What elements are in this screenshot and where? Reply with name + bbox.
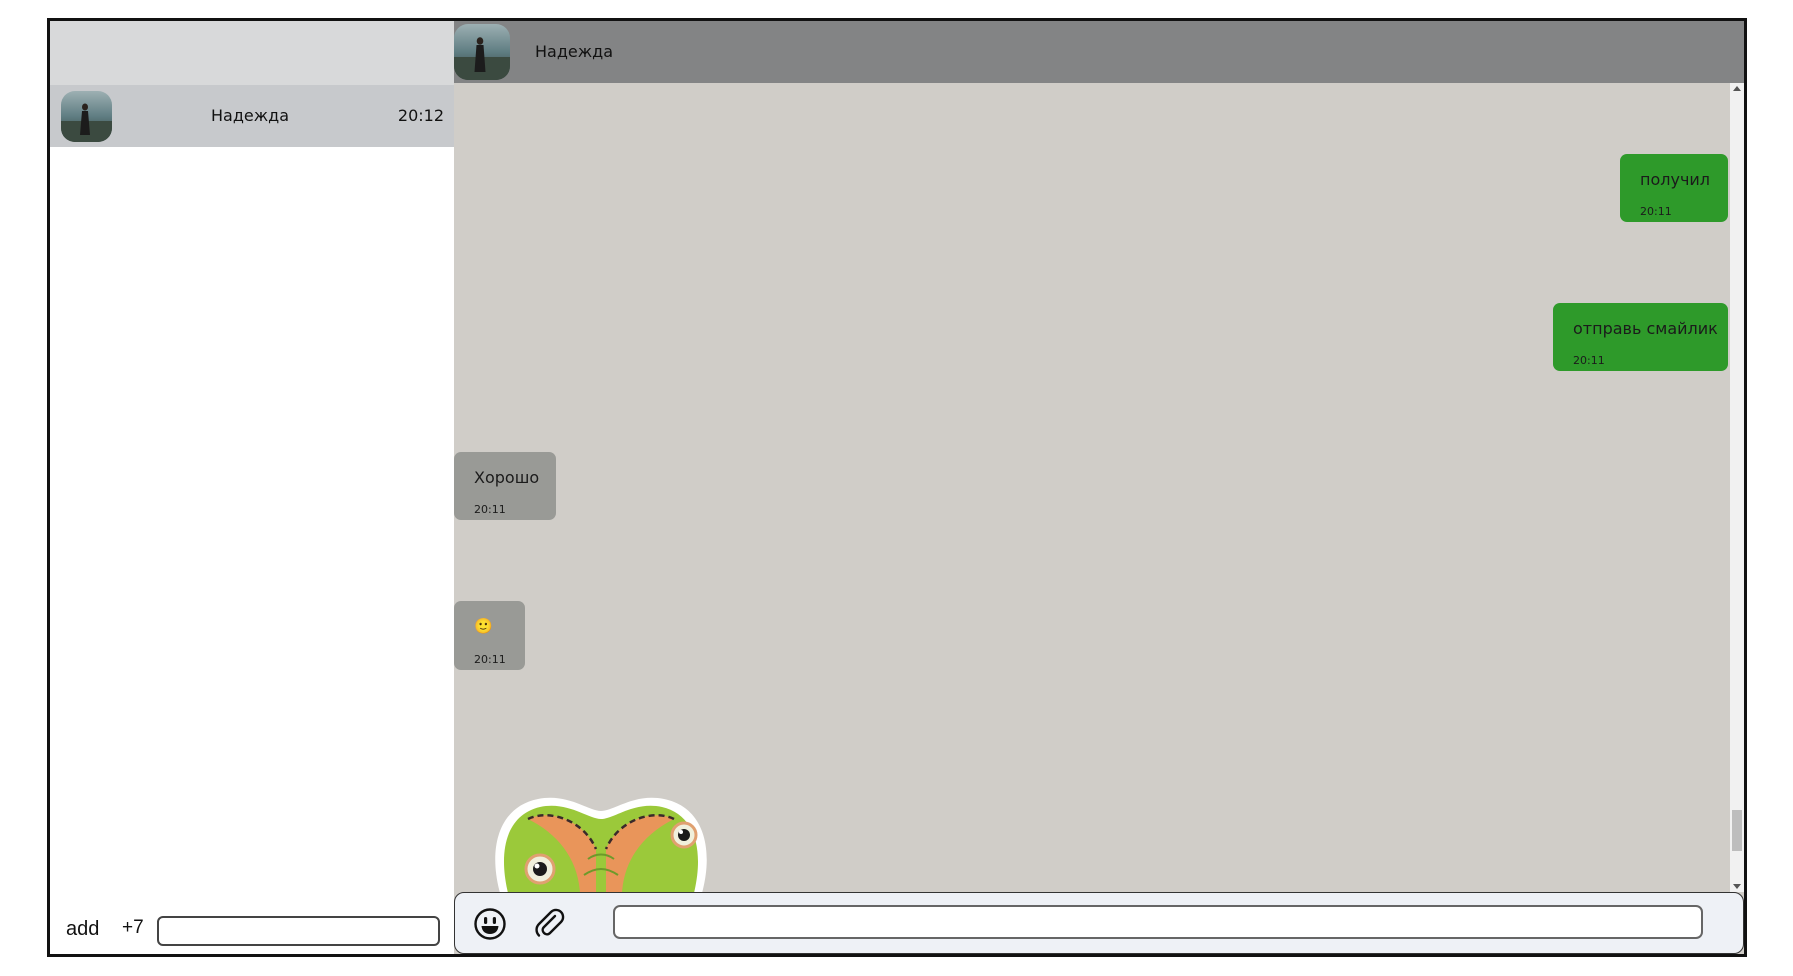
scrollbar-thumb[interactable] (1732, 810, 1742, 851)
add-contact-button[interactable]: add (66, 918, 99, 941)
message-list-scrollbar[interactable] (1730, 83, 1744, 892)
scroll-down-arrow-icon[interactable] (1733, 884, 1741, 889)
avatar-photo-icon (61, 91, 112, 142)
avatar (454, 24, 510, 80)
chat-header: Надежда (454, 21, 1744, 83)
message-time: 20:11 (474, 503, 506, 516)
message-input[interactable] (613, 905, 1703, 939)
chat-contact-name: Надежда (535, 42, 614, 61)
add-contact-bar: add +7 (50, 894, 454, 954)
cartoon-creature-sticker-icon (495, 797, 707, 893)
message-time: 20:11 (1640, 205, 1672, 218)
contact-last-time: 20:12 (397, 106, 444, 125)
contacts-panel: Надежда 20:12 add +7 (50, 21, 454, 954)
contact-item-nadezhda[interactable]: Надежда 20:12 (50, 85, 454, 147)
avatar-photo-icon (454, 24, 510, 80)
message-composer (454, 892, 1744, 954)
contacts-header (50, 21, 454, 85)
message-time: 20:11 (474, 653, 506, 666)
chat-panel: Надежда получил 20:11 отправь смайлик 20… (454, 21, 1744, 954)
paperclip-icon[interactable] (533, 907, 565, 939)
phone-number-input[interactable] (157, 916, 440, 946)
message-text: получил (1640, 170, 1711, 189)
smiley-face-icon[interactable] (473, 907, 507, 941)
message-bubble-outgoing: отправь смайлик 20:11 (1553, 303, 1728, 371)
message-text: отправь смайлик (1573, 319, 1718, 338)
contact-name: Надежда (210, 106, 290, 125)
country-code-label: +7 (122, 917, 144, 938)
message-list[interactable]: получил 20:11 отправь смайлик 20:11 Хоро… (454, 83, 1744, 893)
message-bubble-incoming: 🙂 20:11 (454, 601, 525, 670)
message-emoji: 🙂 (474, 617, 493, 635)
message-text: Хорошо (474, 468, 540, 487)
message-bubble-incoming: Хорошо 20:11 (454, 452, 556, 520)
messenger-window: Надежда 20:12 add +7 Надежда получил 20:… (47, 18, 1747, 957)
message-time: 20:11 (1573, 354, 1605, 367)
scroll-up-arrow-icon[interactable] (1733, 86, 1741, 91)
avatar (61, 91, 112, 142)
message-bubble-outgoing: получил 20:11 (1620, 154, 1728, 222)
